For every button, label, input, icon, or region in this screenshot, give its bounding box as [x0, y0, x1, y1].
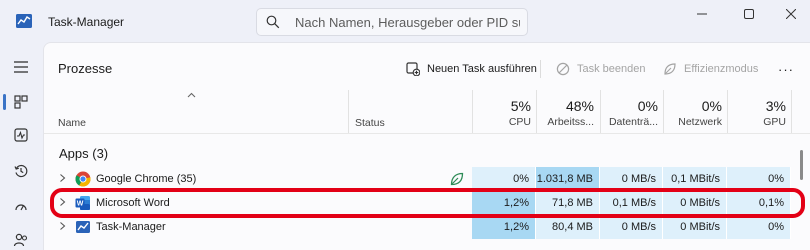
end-task-label: Task beenden	[577, 63, 646, 75]
page-title: Prozesse	[58, 61, 113, 76]
column-header-cpu-percent[interactable]: 5%	[490, 98, 531, 114]
end-task-icon	[556, 62, 570, 76]
search-icon	[266, 15, 280, 29]
hamburger-icon	[14, 61, 28, 73]
maximize-icon	[744, 9, 754, 19]
efficiency-mode-label: Effizienzmodus	[684, 63, 759, 75]
nav-item-users[interactable]	[7, 226, 35, 250]
column-header-gpu-percent[interactable]: 3%	[740, 98, 786, 114]
group-title-apps[interactable]: Apps (3)	[59, 146, 108, 161]
column-divider[interactable]	[791, 90, 792, 134]
more-options-icon: ···	[778, 61, 794, 77]
chevron-right-icon[interactable]	[59, 173, 66, 183]
new-task-label: Neuen Task ausführen	[427, 63, 537, 75]
new-task-button[interactable]: Neuen Task ausführen	[406, 58, 537, 80]
column-divider[interactable]	[663, 90, 664, 134]
network-cell: 0 MBit/s	[663, 215, 727, 239]
column-header-status[interactable]: Status	[355, 117, 385, 129]
hamburger-menu-button[interactable]	[7, 53, 35, 81]
column-divider[interactable]	[600, 90, 601, 134]
minimize-icon	[697, 13, 707, 15]
column-divider[interactable]	[472, 90, 473, 134]
column-divider[interactable]	[348, 90, 349, 134]
nav-item-performance[interactable]	[7, 121, 35, 149]
startup-gauge-icon	[15, 204, 27, 211]
efficiency-mode-button[interactable]: Effizienzmodus	[663, 58, 758, 80]
vertical-scrollbar[interactable]	[800, 150, 803, 180]
column-header-network[interactable]: Netzwerk	[668, 116, 722, 128]
column-header-memory-percent[interactable]: 48%	[545, 98, 594, 114]
close-icon	[786, 9, 796, 19]
column-header-gpu[interactable]: GPU	[740, 116, 786, 128]
nav-item-processes[interactable]	[7, 88, 35, 116]
history-icon	[14, 164, 28, 178]
window-title: Task-Manager	[48, 15, 125, 29]
nav-item-startup-apps[interactable]	[7, 193, 35, 221]
column-header-disk[interactable]: Datenträ...	[604, 116, 658, 128]
column-header-name[interactable]: Name	[58, 117, 86, 129]
task-manager-app-icon	[16, 14, 32, 28]
new-task-icon	[406, 62, 420, 76]
disk-cell: 0 MB/s	[600, 215, 663, 239]
performance-icon	[14, 128, 28, 142]
column-header-network-percent[interactable]: 0%	[672, 98, 722, 114]
toolbar-divider	[540, 60, 541, 78]
process-name: Task-Manager	[96, 221, 166, 233]
column-divider[interactable]	[727, 90, 728, 134]
minimize-button[interactable]	[682, 4, 722, 24]
memory-cell: 80,4 MB	[536, 215, 600, 239]
column-header-disk-percent[interactable]: 0%	[608, 98, 658, 114]
end-task-button[interactable]: Task beenden	[556, 58, 646, 80]
task-manager-icon	[76, 221, 90, 233]
search-box[interactable]	[256, 8, 528, 36]
more-options-button[interactable]: ···	[778, 58, 794, 80]
users-icon	[13, 233, 28, 247]
column-header-memory[interactable]: Arbeitss...	[540, 116, 594, 128]
column-header-cpu[interactable]: CPU	[480, 116, 531, 128]
maximize-button[interactable]	[729, 4, 769, 24]
cpu-cell: 1,2%	[472, 215, 536, 239]
efficiency-leaf-icon	[450, 172, 464, 186]
nav-item-app-history[interactable]	[7, 157, 35, 185]
column-divider[interactable]	[536, 90, 537, 134]
close-button[interactable]	[771, 4, 810, 24]
sort-caret-icon[interactable]	[187, 92, 196, 98]
chevron-right-icon[interactable]	[59, 221, 66, 231]
process-name: Google Chrome (35)	[96, 173, 197, 185]
chrome-icon	[75, 171, 91, 187]
header-separator	[44, 133, 810, 134]
title-bar: Task-Manager	[0, 0, 810, 42]
gpu-cell: 0%	[727, 215, 791, 239]
highlight-annotation	[50, 188, 805, 218]
search-input[interactable]	[295, 12, 520, 32]
table-row[interactable]: Task-Manager 1,2% 80,4 MB 0 MB/s 0 MBit/…	[44, 215, 810, 239]
nav-selection-indicator	[3, 94, 6, 110]
processes-grid-icon	[14, 95, 28, 109]
efficiency-leaf-icon	[664, 63, 676, 75]
